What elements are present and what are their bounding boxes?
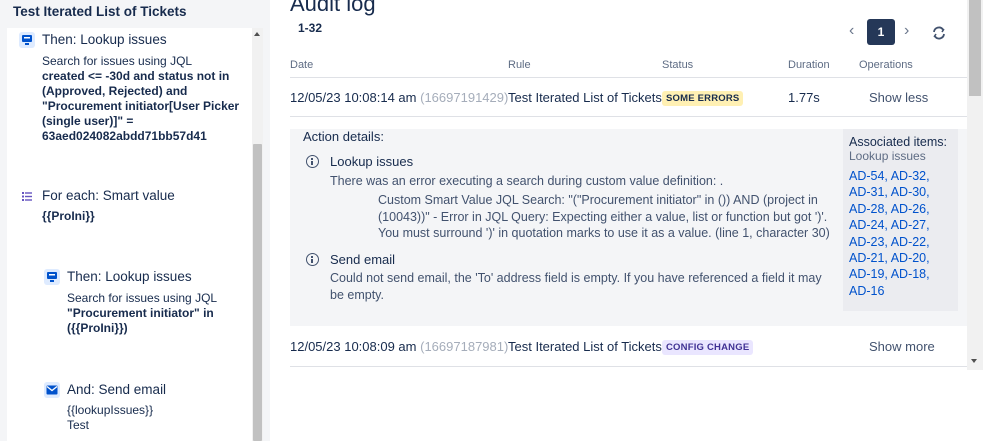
- row-divider: [290, 116, 969, 117]
- info-icon: [306, 155, 319, 168]
- status-badge: SOME ERRORS: [662, 91, 744, 106]
- show-less-button[interactable]: Show less: [869, 90, 928, 105]
- row-divider: [290, 366, 969, 367]
- action-details-title: Action details:: [303, 129, 384, 144]
- action-heading: Send email: [330, 252, 396, 267]
- row-duration: 1.77s: [788, 90, 820, 105]
- header-divider: [290, 77, 969, 78]
- next-page-button[interactable]: ›: [904, 22, 909, 40]
- rule-component-lookup-issues-nested[interactable]: Then: Lookup issues Search for issues us…: [7, 266, 251, 346]
- column-header-status: Status: [662, 59, 694, 71]
- rule-components-list[interactable]: Then: Lookup issues Search for issues us…: [7, 28, 263, 441]
- audit-log-panel: Audit log 1-32 ‹ 1 › Date Rule Status Du…: [270, 0, 999, 441]
- column-header-rule: Rule: [508, 59, 531, 71]
- row-execution-id: (16697191429): [420, 90, 509, 105]
- step-desc-text: Search for issues using JQL: [67, 291, 218, 305]
- issue-link[interactable]: AD-31,: [849, 185, 888, 199]
- column-header-date: Date: [290, 59, 314, 71]
- refresh-icon[interactable]: [931, 25, 947, 44]
- issue-link[interactable]: AD-20,: [891, 251, 930, 265]
- email-body-line: {{lookupIssues}}: [67, 403, 154, 417]
- rule-title: Test Iterated List of Tickets: [13, 4, 187, 19]
- step-email-content: {{lookupIssues}} Test: [67, 403, 251, 433]
- row-rule: Test Iterated List of Tickets: [508, 90, 662, 105]
- step-desc-text: Search for issues using JQL: [42, 54, 193, 68]
- sidebar-scrollbar[interactable]: [252, 28, 263, 441]
- associated-items-subtitle: Lookup issues: [849, 149, 926, 163]
- issue-link[interactable]: AD-24,: [849, 218, 888, 232]
- column-header-operations: Operations: [859, 59, 913, 71]
- page-scrollbar[interactable]: [967, 0, 983, 370]
- step-heading: And: Send email: [67, 382, 167, 397]
- row-execution-id: (16697187981): [420, 339, 509, 354]
- issue-link[interactable]: AD-18,: [891, 267, 930, 281]
- row-date: 12/05/23 10:08:09 am (16697187981): [290, 339, 508, 354]
- step-heading: For each: Smart value: [42, 188, 175, 203]
- show-more-button[interactable]: Show more: [869, 339, 935, 354]
- associated-items-panel: Associated items: Lookup issues AD-54, A…: [843, 129, 958, 311]
- step-jql: "Procurement initiator" in ({{ProIni}}): [67, 306, 214, 335]
- issue-link[interactable]: AD-32,: [891, 169, 930, 183]
- previous-page-button[interactable]: ‹: [849, 22, 854, 40]
- issue-link[interactable]: AD-23,: [849, 235, 888, 249]
- lookup-action-icon: [19, 32, 35, 48]
- result-range: 1-32: [298, 21, 323, 35]
- lookup-action-icon: [44, 269, 60, 285]
- row-date-text: 12/05/23 10:08:14 am: [290, 90, 417, 105]
- step-smart-value-text: {{ProIni}}: [42, 209, 95, 223]
- action-heading: Lookup issues: [330, 154, 414, 169]
- step-heading: Then: Lookup issues: [42, 32, 167, 47]
- issue-link[interactable]: AD-27,: [891, 218, 930, 232]
- column-header-duration: Duration: [788, 59, 830, 71]
- step-description: Search for issues using JQL created <= -…: [42, 54, 247, 144]
- issue-link[interactable]: AD-30,: [891, 185, 930, 199]
- current-page-button[interactable]: 1: [867, 19, 895, 45]
- status-badge: CONFIG CHANGE: [662, 340, 754, 355]
- issue-link[interactable]: AD-21,: [849, 251, 888, 265]
- envelope-icon: [44, 382, 60, 398]
- rule-component-send-email[interactable]: And: Send email {{lookupIssues}} Test: [7, 378, 251, 441]
- step-description: Search for issues using JQL "Procurement…: [67, 291, 251, 336]
- issue-link[interactable]: AD-16: [849, 284, 884, 298]
- associated-items-links: AD-54, AD-32, AD-31, AD-30, AD-28, AD-26…: [849, 168, 954, 299]
- action-error-detail: Custom Smart Value JQL Search: "("Procur…: [378, 193, 830, 240]
- issue-link[interactable]: AD-22,: [891, 235, 930, 249]
- step-heading: Then: Lookup issues: [67, 269, 192, 284]
- associated-items-title: Associated items:: [849, 135, 947, 149]
- action-details-panel: Action details: Lookup issues There was …: [290, 129, 967, 326]
- issue-link[interactable]: AD-28,: [849, 202, 888, 216]
- scroll-up-arrow-icon[interactable]: [254, 32, 260, 36]
- step-smart-value: {{ProIni}}: [42, 209, 247, 224]
- row-date-text: 12/05/23 10:08:09 am: [290, 339, 417, 354]
- step-jql: created <= -30d and status not in (Appro…: [42, 69, 240, 143]
- action-message: There was an error executing a search du…: [330, 174, 724, 188]
- email-body-line: Test: [67, 418, 90, 432]
- row-rule: Test Iterated List of Tickets: [508, 339, 662, 354]
- issue-link[interactable]: AD-54,: [849, 169, 888, 183]
- row-date: 12/05/23 10:08:14 am (16697191429): [290, 90, 508, 105]
- scroll-down-arrow-icon[interactable]: [971, 359, 977, 363]
- rule-sidebar: Test Iterated List of Tickets Then: Look…: [0, 0, 270, 441]
- rule-component-for-each[interactable]: For each: Smart value {{ProIni}}: [7, 183, 251, 233]
- page-title: Audit log: [290, 0, 376, 16]
- issue-link[interactable]: AD-26,: [891, 202, 930, 216]
- rule-component-lookup-issues[interactable]: Then: Lookup issues Search for issues us…: [7, 28, 251, 148]
- info-icon: [306, 253, 319, 266]
- action-message: Could not send email, the 'To' address f…: [330, 271, 822, 302]
- scrollbar-thumb[interactable]: [969, 0, 981, 96]
- branch-list-icon: [19, 188, 35, 204]
- scrollbar-thumb[interactable]: [253, 144, 262, 441]
- issue-link[interactable]: AD-19,: [849, 267, 888, 281]
